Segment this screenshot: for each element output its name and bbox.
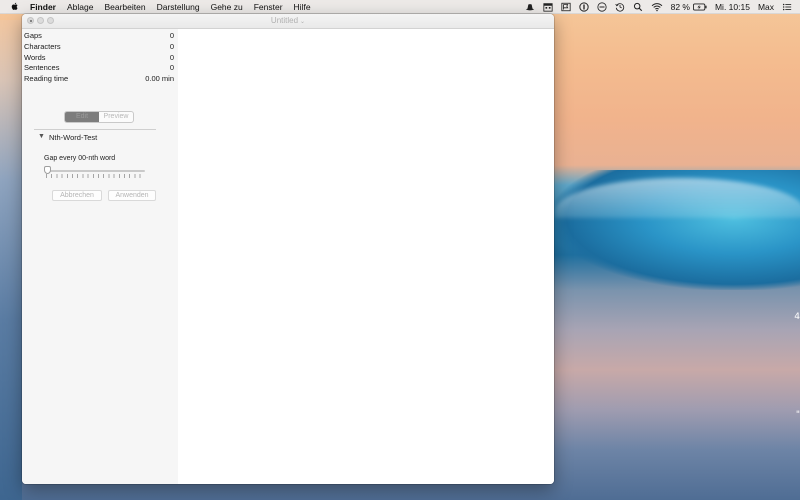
calendar-icon[interactable] [543, 2, 553, 12]
onepassword-icon[interactable] [578, 1, 589, 12]
flag-icon[interactable] [561, 2, 571, 12]
cancel-button[interactable]: Abbrechen [52, 190, 102, 201]
menu-bar: Finder Ablage Bearbeiten Darstellung Geh… [0, 0, 800, 14]
menu-hilfe[interactable]: Hilfe [294, 2, 311, 12]
stat-row-characters: Characters 0 [24, 42, 174, 52]
window-title[interactable]: Untitled ⌄ [22, 16, 554, 25]
search-icon[interactable] [633, 2, 643, 12]
menu-gehe-zu[interactable]: Gehe zu [211, 2, 243, 12]
stat-label: Gaps [24, 31, 42, 40]
segment-preview[interactable]: Preview [99, 112, 133, 122]
wifi-icon[interactable] [651, 2, 663, 12]
stat-row-gaps: Gaps 0 [24, 31, 174, 41]
mode-segmented-control: Edit Preview [64, 111, 134, 123]
stat-value: 0 [169, 53, 174, 62]
battery-percentage[interactable]: 82 % [671, 2, 690, 12]
gap-slider-knob[interactable] [44, 166, 51, 174]
section-title[interactable]: Nth-Word-Test [49, 133, 97, 142]
menubar-clock[interactable]: Mi. 10:15 [715, 2, 750, 12]
hat-icon[interactable] [525, 2, 535, 12]
menu-finder[interactable]: Finder [30, 2, 56, 12]
menu-fenster[interactable]: Fenster [254, 2, 283, 12]
stat-label: Characters [24, 42, 61, 51]
window-titlebar[interactable]: Untitled ⌄ [22, 14, 554, 29]
segment-edit[interactable]: Edit [65, 112, 99, 122]
stat-value: 0 [169, 63, 174, 72]
gap-slider-track[interactable] [46, 170, 145, 172]
menu-bearbeiten[interactable]: Bearbeiten [104, 2, 145, 12]
stat-row-reading-time: Reading time 0.00 min [24, 74, 174, 84]
editor-area[interactable] [178, 29, 554, 484]
app-window: Untitled ⌄ Gaps 0 Characters 0 Words 0 Se… [22, 14, 554, 484]
stat-value: 0.00 min [145, 74, 174, 83]
stat-value: 0 [169, 42, 174, 51]
menubar-user[interactable]: Max [758, 2, 774, 12]
stat-label: Words [24, 53, 46, 62]
stat-row-sentences: Sentences 0 [24, 63, 174, 73]
menu-darstellung[interactable]: Darstellung [157, 2, 200, 12]
apply-button[interactable]: Anwenden [108, 190, 156, 201]
stat-row-words: Words 0 [24, 53, 174, 63]
wallpaper-left-edge [0, 20, 22, 500]
gap-label: Gap every 00-nth word [44, 155, 116, 162]
disclosure-triangle-icon[interactable]: ▼ [38, 133, 45, 140]
menu-ablage[interactable]: Ablage [67, 2, 93, 12]
window-title-text: Untitled [270, 16, 299, 25]
time-machine-icon[interactable] [614, 2, 625, 12]
stat-label: Sentences [24, 63, 60, 72]
stat-value: 0 [169, 31, 174, 40]
apple-icon[interactable] [11, 2, 19, 11]
battery-icon[interactable] [692, 2, 707, 12]
sidebar: Gaps 0 Characters 0 Words 0 Sentences 0 … [22, 29, 178, 484]
desktop-edge-mark: 4 [794, 312, 800, 322]
chevron-down-icon: ⌄ [300, 19, 306, 25]
minus-circle-icon[interactable] [597, 1, 607, 12]
status-area: 82 % Mi. 10:15 Max [525, 0, 800, 13]
gap-slider-ticks [46, 174, 145, 178]
desktop-edge-mark: " [795, 410, 800, 420]
list-icon[interactable] [782, 2, 792, 12]
section-divider [34, 129, 156, 130]
stat-label: Reading time [24, 74, 69, 83]
